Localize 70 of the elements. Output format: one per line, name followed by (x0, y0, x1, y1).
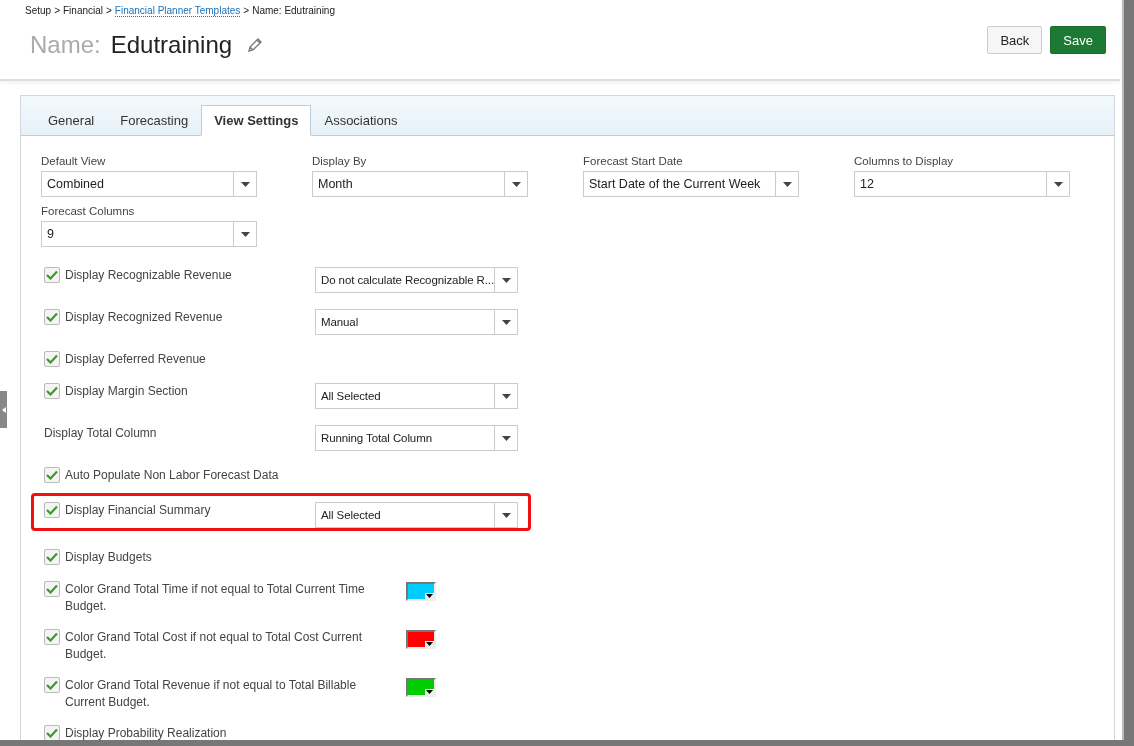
collapse-handle[interactable] (0, 391, 7, 428)
checkbox[interactable] (44, 502, 60, 518)
dropdown[interactable]: Manual (315, 309, 518, 335)
dropdown[interactable]: 12 (854, 171, 1070, 197)
color-picker[interactable] (406, 582, 436, 601)
caret-icon (501, 319, 511, 325)
setting-label: Display Probability Realization (65, 725, 228, 742)
field-label: Default View (41, 155, 107, 167)
dropdown[interactable]: Month (312, 171, 528, 197)
caret-icon (782, 181, 792, 187)
tab[interactable]: Associations (311, 105, 411, 136)
caret-icon (511, 181, 521, 187)
breadcrumb-separator: > (54, 5, 60, 17)
breadcrumb-separator: > (243, 5, 250, 17)
setting-label: Display Recognized Revenue (65, 309, 224, 326)
setting-label: Color Grand Total Time if not equal to Total Current Time Budget. (65, 581, 366, 615)
breadcrumb-item: Financial (63, 5, 103, 17)
dropdown[interactable]: All Selected (315, 383, 518, 409)
checkbox[interactable] (44, 629, 60, 645)
breadcrumb-item: Name: Edutraining (252, 5, 335, 17)
caret-icon (425, 593, 434, 599)
color-picker[interactable] (406, 630, 436, 649)
caret-icon (425, 689, 434, 695)
field-label: Forecast Start Date (583, 155, 684, 167)
title-prefix: Name: (30, 31, 101, 59)
back-button[interactable]: Back (987, 26, 1043, 54)
caret-icon (501, 277, 511, 283)
checkbox[interactable] (44, 267, 60, 283)
breadcrumb-link[interactable]: Financial Planner Templates (114, 5, 241, 17)
page-title: Edutraining (110, 31, 233, 59)
checkbox[interactable] (44, 549, 60, 565)
caret-icon (1053, 181, 1063, 187)
dropdown[interactable]: Running Total Column (315, 425, 518, 451)
breadcrumb-separator: > (106, 5, 112, 17)
caret-icon (425, 641, 434, 647)
field-label: Columns to Display (854, 155, 955, 167)
save-button[interactable]: Save (1050, 26, 1106, 54)
dropdown[interactable]: 9 (41, 221, 257, 247)
tab[interactable]: Forecasting (107, 105, 202, 136)
field-label: Forecast Columns (41, 205, 136, 217)
checkbox[interactable] (44, 467, 60, 483)
checkbox[interactable] (44, 309, 60, 325)
dropdown[interactable]: Combined (41, 171, 257, 197)
caret-icon (501, 393, 511, 399)
checkbox[interactable] (44, 725, 60, 741)
caret-icon (240, 231, 250, 237)
tab[interactable]: General (35, 105, 108, 136)
breadcrumb-item: Setup (25, 5, 52, 17)
color-picker[interactable] (406, 678, 436, 697)
setting-label: Auto Populate Non Labor Forecast Data (65, 467, 280, 484)
checkbox[interactable] (44, 581, 60, 597)
dropdown[interactable]: Do not calculate Recognizable R... (315, 267, 519, 293)
tab[interactable]: View Settings (201, 105, 312, 136)
setting-label: Color Grand Total Cost if not equal to Total Cost Current Budget. (65, 629, 364, 663)
checkbox[interactable] (44, 383, 60, 399)
checkbox[interactable] (44, 677, 60, 693)
setting-label: Display Financial Summary (65, 502, 212, 519)
setting-label: Display Budgets (65, 549, 153, 566)
setting-label: Display Total Column (44, 425, 158, 442)
caret-icon (240, 181, 250, 187)
caret-icon (501, 435, 511, 441)
checkbox[interactable] (44, 351, 60, 367)
setting-label: Display Deferred Revenue (65, 351, 207, 368)
field-label: Display By (312, 155, 368, 167)
setting-label: Display Margin Section (65, 383, 189, 400)
setting-label: Display Recognizable Revenue (65, 267, 233, 284)
dropdown[interactable]: All Selected (315, 502, 518, 528)
caret-icon (501, 512, 511, 518)
dropdown[interactable]: Start Date of the Current Week (583, 171, 799, 197)
setting-label: Color Grand Total Revenue if not equal to Total Billable Current Budget. (65, 677, 358, 711)
